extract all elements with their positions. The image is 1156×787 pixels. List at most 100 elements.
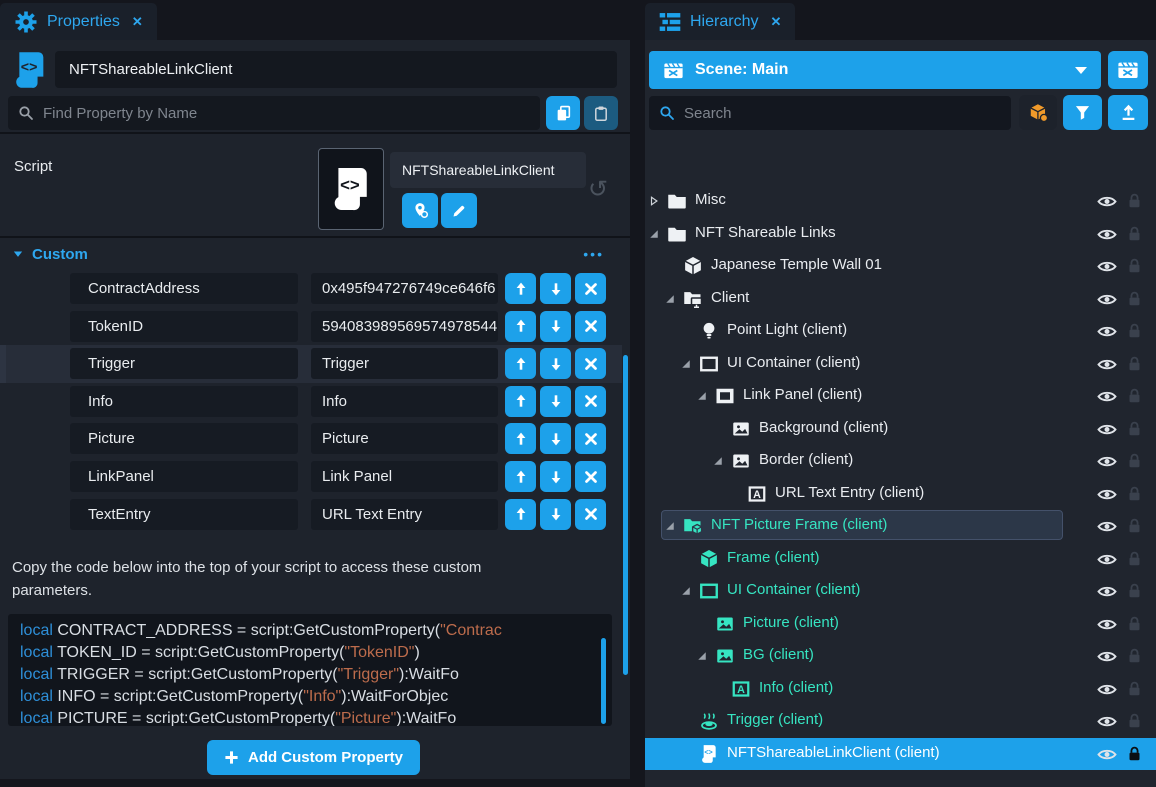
tree-item-background-client[interactable]: Background (client) bbox=[645, 413, 1156, 445]
delete-property-button[interactable] bbox=[575, 499, 606, 530]
property-value-field[interactable]: URL Text Entry bbox=[311, 499, 498, 530]
property-value-field[interactable]: Picture bbox=[311, 423, 498, 454]
property-value-field[interactable]: Link Panel bbox=[311, 461, 498, 492]
visibility-eye-icon[interactable] bbox=[1096, 357, 1118, 372]
tree-item-picture-client[interactable]: Picture (client) bbox=[645, 608, 1156, 640]
lock-icon[interactable] bbox=[1126, 420, 1143, 437]
lock-icon[interactable] bbox=[1126, 485, 1143, 502]
move-down-button[interactable] bbox=[540, 423, 571, 454]
tree-item-nft-picture-frame-client[interactable]: NFT Picture Frame (client) bbox=[645, 510, 1156, 542]
code-scrollbar[interactable] bbox=[601, 638, 606, 724]
delete-property-button[interactable] bbox=[575, 423, 606, 454]
group-objects-button[interactable] bbox=[1019, 95, 1057, 130]
collapse-arrow-icon[interactable] bbox=[665, 521, 675, 531]
lock-icon[interactable] bbox=[1126, 355, 1143, 372]
lock-icon[interactable] bbox=[1126, 517, 1143, 534]
lock-icon[interactable] bbox=[1126, 192, 1143, 209]
paste-button[interactable] bbox=[584, 96, 618, 130]
lock-icon[interactable] bbox=[1126, 615, 1143, 632]
tab-hierarchy[interactable]: Hierarchy ✕ bbox=[645, 3, 795, 40]
custom-section-header[interactable]: Custom ••• bbox=[0, 240, 622, 268]
visibility-eye-icon[interactable] bbox=[1096, 682, 1118, 697]
lock-icon[interactable] bbox=[1126, 745, 1143, 762]
delete-property-button[interactable] bbox=[575, 461, 606, 492]
add-custom-property-button[interactable]: Add Custom Property bbox=[207, 740, 420, 775]
property-name-field[interactable]: ContractAddress bbox=[70, 273, 298, 304]
property-name-field[interactable]: Trigger bbox=[70, 348, 298, 379]
visibility-eye-icon[interactable] bbox=[1096, 227, 1118, 242]
delete-property-button[interactable] bbox=[575, 386, 606, 417]
move-down-button[interactable] bbox=[540, 273, 571, 304]
tree-item-misc[interactable]: Misc bbox=[645, 185, 1156, 217]
move-up-button[interactable] bbox=[505, 423, 536, 454]
tree-item-frame-client[interactable]: Frame (client) bbox=[645, 543, 1156, 575]
lock-icon[interactable] bbox=[1126, 647, 1143, 664]
tree-item-ui-container-client[interactable]: UI Container (client) bbox=[645, 348, 1156, 380]
collapse-arrow-icon[interactable] bbox=[713, 456, 723, 466]
hierarchy-search-field[interactable] bbox=[649, 96, 1011, 130]
collapse-arrow-icon[interactable] bbox=[665, 294, 675, 304]
property-name-field[interactable]: TextEntry bbox=[70, 499, 298, 530]
tree-item-link-panel-client[interactable]: Link Panel (client) bbox=[645, 380, 1156, 412]
reset-icon[interactable]: ↺ bbox=[588, 178, 608, 202]
find-property-input[interactable] bbox=[43, 105, 530, 122]
edit-script-button[interactable] bbox=[441, 193, 477, 228]
visibility-eye-icon[interactable] bbox=[1096, 194, 1118, 209]
visibility-eye-icon[interactable] bbox=[1096, 292, 1118, 307]
tree-item-point-light-client[interactable]: Point Light (client) bbox=[645, 315, 1156, 347]
visibility-eye-icon[interactable] bbox=[1096, 519, 1118, 534]
lock-icon[interactable] bbox=[1126, 322, 1143, 339]
scene-selector-dropdown[interactable]: Scene: Main bbox=[649, 51, 1101, 89]
tree-item-client[interactable]: Client bbox=[645, 283, 1156, 315]
move-down-button[interactable] bbox=[540, 311, 571, 342]
script-name-input[interactable] bbox=[55, 51, 617, 88]
property-value-field[interactable]: Trigger bbox=[311, 348, 498, 379]
export-button[interactable] bbox=[1108, 95, 1148, 130]
move-up-button[interactable] bbox=[505, 499, 536, 530]
property-value-field[interactable]: 0x495f947276749ce646f6 bbox=[311, 273, 498, 304]
move-up-button[interactable] bbox=[505, 311, 536, 342]
tree-item-japanese-temple-wall-01[interactable]: Japanese Temple Wall 01 bbox=[645, 250, 1156, 282]
property-name-field[interactable]: LinkPanel bbox=[70, 461, 298, 492]
hierarchy-search-input[interactable] bbox=[684, 105, 1001, 122]
lock-icon[interactable] bbox=[1126, 257, 1143, 274]
visibility-eye-icon[interactable] bbox=[1096, 584, 1118, 599]
move-down-button[interactable] bbox=[540, 461, 571, 492]
tree-item-ui-container-client[interactable]: UI Container (client) bbox=[645, 575, 1156, 607]
collapse-arrow-icon[interactable] bbox=[697, 651, 707, 661]
property-name-field[interactable]: Picture bbox=[70, 423, 298, 454]
visibility-eye-icon[interactable] bbox=[1096, 649, 1118, 664]
find-property-field[interactable] bbox=[8, 96, 540, 130]
visibility-eye-icon[interactable] bbox=[1096, 714, 1118, 729]
expand-arrow-icon[interactable] bbox=[649, 196, 659, 206]
move-up-button[interactable] bbox=[505, 461, 536, 492]
script-thumbnail[interactable]: <> bbox=[318, 148, 384, 230]
tree-item-url-text-entry-client[interactable]: AURL Text Entry (client) bbox=[645, 478, 1156, 510]
property-value-field[interactable]: Info bbox=[311, 386, 498, 417]
collapse-arrow-icon[interactable] bbox=[681, 359, 691, 369]
visibility-eye-icon[interactable] bbox=[1096, 454, 1118, 469]
property-value-field[interactable]: 594083989569574978544 bbox=[311, 311, 498, 342]
delete-property-button[interactable] bbox=[575, 348, 606, 379]
visibility-eye-icon[interactable] bbox=[1096, 552, 1118, 567]
move-up-button[interactable] bbox=[505, 273, 536, 304]
section-menu-icon[interactable]: ••• bbox=[583, 246, 604, 262]
properties-scrollbar[interactable] bbox=[623, 355, 628, 675]
property-name-field[interactable]: TokenID bbox=[70, 311, 298, 342]
collapse-arrow-icon[interactable] bbox=[681, 586, 691, 596]
lock-icon[interactable] bbox=[1126, 680, 1143, 697]
lock-icon[interactable] bbox=[1126, 387, 1143, 404]
visibility-eye-icon[interactable] bbox=[1096, 324, 1118, 339]
close-icon[interactable]: ✕ bbox=[132, 14, 143, 30]
move-up-button[interactable] bbox=[505, 386, 536, 417]
scene-manager-button[interactable] bbox=[1108, 51, 1148, 89]
visibility-eye-icon[interactable] bbox=[1096, 487, 1118, 502]
visibility-eye-icon[interactable] bbox=[1096, 259, 1118, 274]
visibility-eye-icon[interactable] bbox=[1096, 422, 1118, 437]
delete-property-button[interactable] bbox=[575, 311, 606, 342]
tree-item-nft-shareable-links[interactable]: NFT Shareable Links bbox=[645, 218, 1156, 250]
visibility-eye-icon[interactable] bbox=[1096, 617, 1118, 632]
tree-item-bg-client[interactable]: BG (client) bbox=[645, 640, 1156, 672]
lock-icon[interactable] bbox=[1126, 225, 1143, 242]
move-up-button[interactable] bbox=[505, 348, 536, 379]
